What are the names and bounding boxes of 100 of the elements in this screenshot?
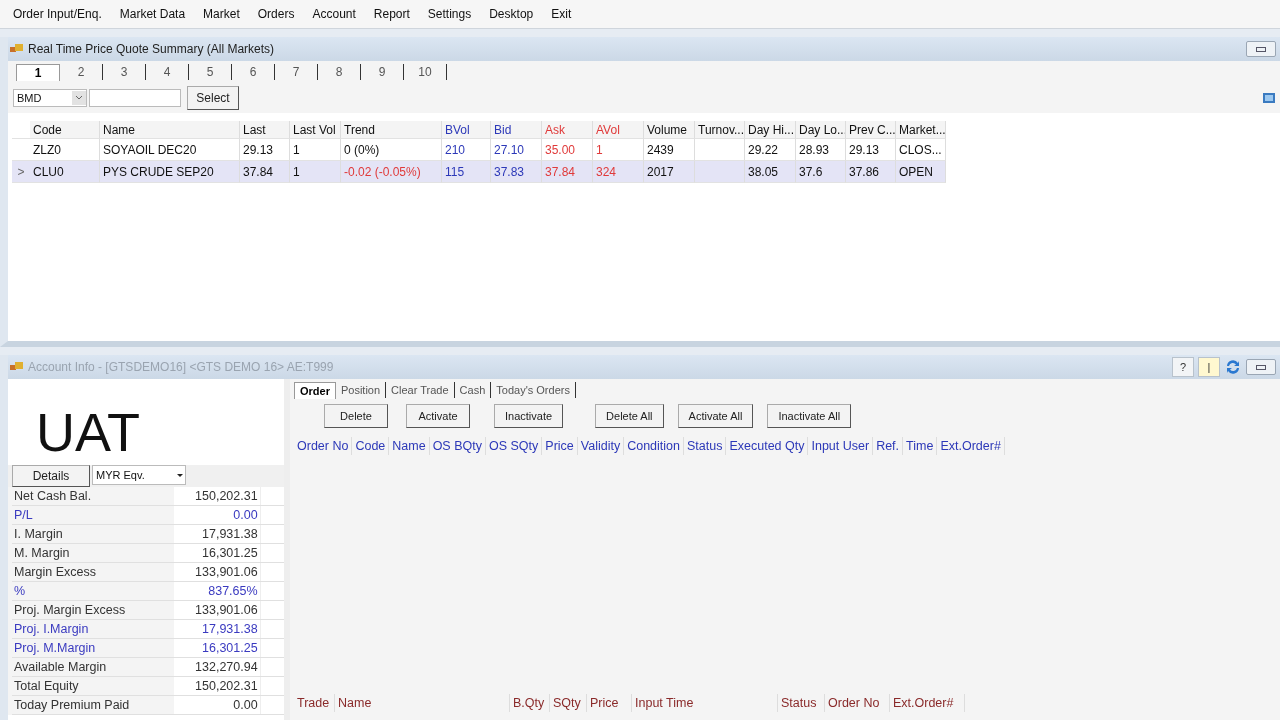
table-cell: CLU0 [30,161,100,183]
column-header[interactable]: Ext.Order# [937,437,1005,455]
column-header[interactable]: Input Time [632,694,778,712]
tab[interactable]: Position [335,382,387,398]
table-cell: 1 [290,161,341,183]
menu-item[interactable]: Exit [551,7,572,21]
balance-value: 132,270.94 [173,658,260,676]
balance-label: M. Margin [13,545,71,562]
column-header[interactable]: Ask [542,121,593,139]
order-action-button[interactable]: Inactivate [494,404,564,428]
exchange-dropdown[interactable]: BMD [13,89,87,107]
tab[interactable]: Clear Trade [386,382,455,398]
title-button[interactable]: | [1198,357,1220,377]
column-header[interactable]: Name [100,121,240,139]
menu-item[interactable]: Account [312,7,356,21]
tab[interactable]: 8 [318,64,361,80]
title-button[interactable]: ? [1172,357,1194,377]
order-action-button[interactable]: Inactivate All [767,404,852,428]
column-header[interactable]: Time [903,437,938,455]
column-header[interactable]: AVol [593,121,644,139]
column-header[interactable]: Bid [491,121,542,139]
minimize-button[interactable] [1246,41,1276,57]
search-field[interactable] [89,89,181,107]
balance-label: Available Margin [13,659,108,676]
menu-item[interactable]: Order Input/Enq. [13,7,102,21]
column-header[interactable]: Price [587,694,632,712]
tab[interactable]: 6 [232,64,275,80]
tab[interactable]: 4 [146,64,189,80]
column-header[interactable]: Trade [294,694,335,712]
table-cell: 37.83 [491,161,542,183]
order-action-button[interactable]: Activate [406,404,470,428]
column-header[interactable]: OS BQty [429,437,486,455]
column-header[interactable]: Order No [825,694,890,712]
balance-value: 0.00 [173,506,260,524]
tab[interactable]: 3 [103,64,146,80]
column-header[interactable]: Status [778,694,825,712]
column-header[interactable]: Trend [341,121,442,139]
column-header[interactable]: Day Hi... [745,121,796,139]
column-header[interactable]: Name [389,437,430,455]
tab[interactable]: Cash [454,382,492,398]
tab[interactable]: 1 [16,63,60,81]
menu-item[interactable]: Settings [427,7,472,21]
column-header[interactable]: SQty [550,694,587,712]
column-header[interactable]: OS SQty [485,437,543,455]
column-header[interactable]: Day Lo... [796,121,846,139]
column-header[interactable]: Prev C... [846,121,896,139]
column-header[interactable]: Market... [896,121,946,139]
table-cell: 38.05 [745,161,796,183]
column-header[interactable]: Code [30,121,100,139]
table-cell [259,677,284,695]
order-action-button[interactable]: Delete [324,404,388,428]
tab[interactable]: 10 [404,64,447,80]
details-button[interactable]: Details [12,465,90,487]
column-header[interactable]: Executed Qty [726,437,809,455]
currency-dropdown[interactable]: MYR Eqv. [92,465,186,485]
column-header[interactable]: B.Qty [510,694,550,712]
column-header[interactable]: Status [684,437,727,455]
minimize-icon [1256,364,1266,370]
column-header[interactable]: Turnov... [695,121,745,139]
order-action-button[interactable]: Activate All [677,404,754,428]
tab[interactable]: Today's Orders [491,382,576,398]
column-header[interactable]: Condition [624,437,684,455]
table-cell [259,620,284,638]
column-header[interactable]: Order No [294,437,353,455]
column-header[interactable]: Ext.Order# [890,694,965,712]
tab[interactable]: 2 [60,64,103,80]
column-header[interactable]: Last Vol [290,121,341,139]
tab[interactable]: 9 [361,64,404,80]
table-cell: 37.86 [846,161,896,183]
table-cell: 324 [593,161,644,183]
balance-label: Margin Excess [13,564,97,581]
column-header[interactable]: Name [335,694,510,712]
column-header[interactable]: Validity [577,437,625,455]
menu-item[interactable]: Desktop [489,7,534,21]
panel-icon[interactable] [1262,91,1276,105]
column-header[interactable]: BVol [442,121,491,139]
balance-label: Proj. M.Margin [13,640,97,657]
table-cell: OPEN [896,161,946,183]
column-header[interactable]: Price [542,437,578,455]
column-header[interactable]: Ref. [873,437,904,455]
column-header[interactable]: Input User [808,437,874,455]
tab[interactable]: 7 [275,64,318,80]
refresh-icon[interactable] [1224,358,1242,376]
menu-item[interactable]: Report [373,7,410,21]
quote-row[interactable]: > CLU0 PYS CRUDE SEP20 37.84 1 -0.02 (-0.05%) 115 37.83 37.84 324 2017 38.05 37.6 37.86 OPEN [12,161,1280,183]
table-cell: 37.84 [542,161,593,183]
table-cell [259,696,284,714]
column-header[interactable]: Last [240,121,290,139]
menu-item[interactable]: Market Data [119,7,186,21]
table-cell: 37.6 [796,161,846,183]
order-action-button[interactable]: Delete All [595,404,664,428]
menu-item[interactable]: Market [203,7,240,21]
tab[interactable]: 5 [189,64,232,80]
select-button[interactable]: Select [187,86,239,110]
column-header[interactable]: Code [352,437,390,455]
column-header[interactable]: Volume [644,121,695,139]
table-cell [259,525,284,543]
minimize-button[interactable] [1246,359,1276,375]
tab[interactable]: Order [294,381,336,399]
menu-item[interactable]: Orders [257,7,295,21]
